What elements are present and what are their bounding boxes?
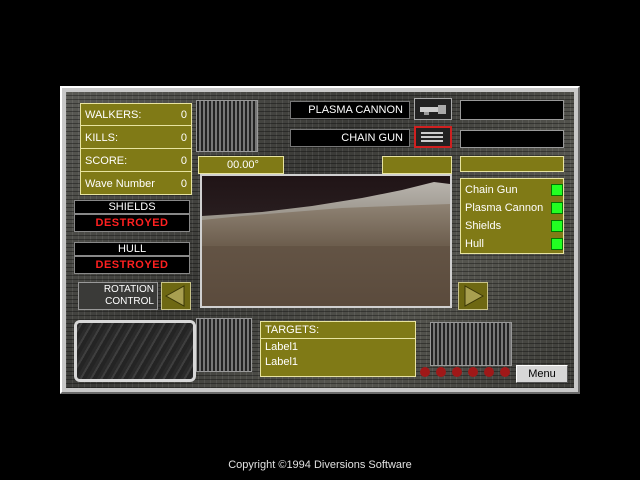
menu-button[interactable]: Menu (516, 365, 568, 383)
system-plasma-cannon: Plasma Cannon (465, 199, 563, 217)
system-label: Plasma Cannon (465, 202, 544, 214)
system-label: Hull (465, 238, 484, 250)
status-led-icon (551, 202, 563, 214)
weapon-plasma-cannon: PLASMA CANNON (290, 101, 410, 119)
status-led-icon (551, 184, 563, 196)
stats-panel: WALKERS: 0 KILLS: 0 SCORE: 0 Wave Number… (80, 103, 192, 195)
stat-value: 0 (180, 178, 187, 190)
terrain-view (202, 176, 450, 306)
vent-grille (196, 318, 252, 372)
chain-gun-icon (421, 132, 443, 142)
systems-panel: Chain Gun Plasma Cannon Shields Hull (460, 178, 564, 254)
stat-value: 0 (180, 131, 187, 144)
targets-title: TARGETS: (261, 322, 415, 339)
targets-panel: TARGETS: Label1 Label1 (260, 321, 416, 377)
plasma-cannon-icon (420, 105, 446, 115)
stat-value: 0 (180, 154, 187, 167)
chain-gun-select[interactable] (414, 126, 452, 148)
plasma-cannon-select[interactable] (414, 98, 452, 120)
stat-value: 0 (180, 108, 187, 121)
stat-label: SCORE: (85, 154, 128, 167)
weapon-chain-gun: CHAIN GUN (290, 129, 410, 147)
rotation-line2: CONTROL (105, 296, 154, 307)
indicator-light-icon (452, 367, 462, 377)
rotation-line1: ROTATION (103, 284, 154, 295)
info-display (460, 100, 564, 120)
system-label: Shields (465, 220, 502, 232)
target-item[interactable]: Label1 (261, 339, 415, 355)
info-display (460, 130, 564, 148)
system-chain-gun: Chain Gun (465, 181, 563, 199)
system-label: Chain Gun (465, 184, 518, 196)
rotate-right-button[interactable] (458, 282, 488, 310)
indicator-light-icon (468, 367, 478, 377)
indicator-light-icon (420, 367, 430, 377)
stat-kills: KILLS: 0 (81, 127, 191, 149)
radar-screen (74, 320, 196, 382)
status-led-icon (551, 238, 563, 250)
indicator-light-icon (500, 367, 510, 377)
vent-grille (196, 100, 258, 152)
rotation-control-label: ROTATION CONTROL (78, 282, 158, 310)
indicator-light-icon (436, 367, 446, 377)
stat-wave: Wave Number 0 (81, 173, 191, 195)
camera-viewport (200, 174, 452, 308)
stat-label: WALKERS: (85, 108, 142, 121)
indicator-light-icon (484, 367, 494, 377)
vent-grille (430, 322, 512, 366)
heading-readout: 00.00° (198, 156, 284, 174)
heading-bar-right (382, 156, 452, 174)
arrow-left-icon (164, 285, 185, 307)
rotate-left-button[interactable] (161, 282, 191, 310)
heading-value: 00.00° (227, 159, 259, 171)
stat-label: Wave Number (85, 178, 155, 190)
system-shields: Shields (465, 217, 563, 235)
system-header-bar (460, 156, 564, 172)
hull-label: HULL (74, 242, 190, 256)
hull-status: DESTROYED (74, 256, 190, 274)
shields-label: SHIELDS (74, 200, 190, 214)
copyright-text: Copyright ©1994 Diversions Software (228, 459, 412, 471)
indicator-lights (420, 367, 516, 379)
target-item[interactable]: Label1 (261, 355, 415, 369)
stat-score: SCORE: 0 (81, 150, 191, 172)
stat-label: KILLS: (85, 131, 119, 144)
stat-walkers: WALKERS: 0 (81, 104, 191, 126)
system-hull: Hull (465, 235, 563, 253)
arrow-right-icon (464, 285, 485, 307)
status-led-icon (551, 220, 563, 232)
shields-status: DESTROYED (74, 214, 190, 232)
